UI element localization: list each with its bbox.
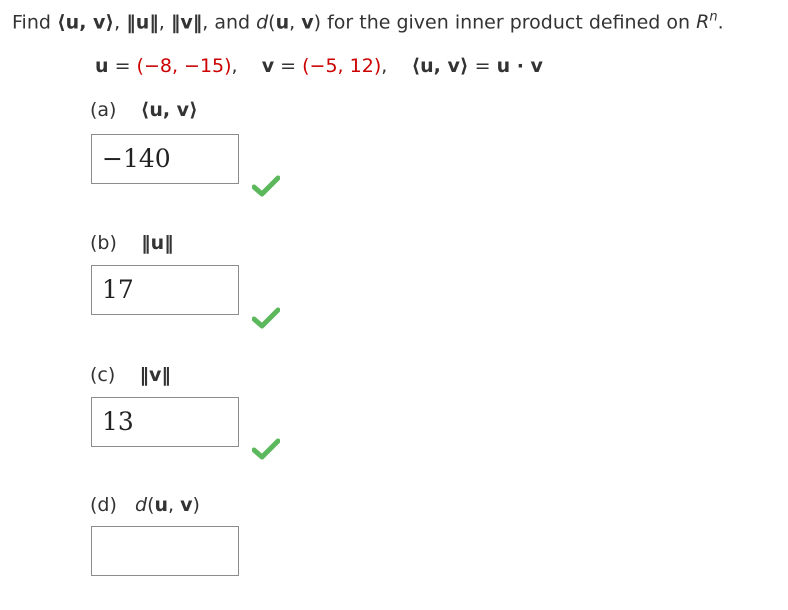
inner-product-symbol: ⟨u, v⟩ [56, 11, 115, 34]
and-word: and [214, 11, 251, 34]
part-a-answer-input[interactable]: −140 [91, 134, 239, 184]
part-b-correct-check-icon [252, 307, 280, 329]
part-c-correct-check-icon [252, 438, 280, 460]
part-c-label: (c) ‖v‖ [90, 364, 171, 386]
part-d-label: (d) d(u, v) [90, 494, 200, 516]
norm-v-symbol: ‖v‖ [170, 11, 203, 34]
v-name: v [261, 55, 275, 77]
prompt-rest: for the given inner product defined on [327, 11, 691, 34]
part-c-answer-input[interactable]: 13 [91, 397, 239, 447]
part-a-label: (a) ⟨u, v⟩ [90, 99, 198, 121]
inner-product-definition-lhs: ⟨u, v⟩ [411, 55, 469, 77]
u-value: (−8, −15) [136, 55, 232, 77]
part-b-label: (b) ‖u‖ [90, 232, 174, 254]
part-a-correct-check-icon [252, 175, 280, 197]
distance-symbol: d(u, v) [256, 11, 322, 34]
u-name: u [95, 55, 109, 77]
part-d-answer-input[interactable] [91, 526, 239, 576]
v-value: (−5, 12) [302, 55, 382, 77]
part-b-expression: ‖u‖ [141, 232, 174, 254]
part-b-answer-input[interactable]: 17 [91, 265, 239, 315]
norm-u-symbol: ‖u‖ [126, 11, 159, 34]
question-prompt: Find ⟨u, v⟩, ‖u‖, ‖v‖, and d(u, v) for t… [12, 10, 724, 34]
given-vectors: u = (−8, −15), v = (−5, 12), ⟨u, v⟩ = u … [95, 55, 543, 77]
part-d-expression: d(u, v) [135, 494, 200, 516]
find-word: Find [12, 11, 51, 34]
part-c-expression: ‖v‖ [139, 364, 171, 386]
space-symbol: Rn [696, 10, 718, 34]
part-a-expression: ⟨u, v⟩ [140, 99, 198, 121]
inner-product-definition-rhs: u · v [496, 55, 543, 77]
